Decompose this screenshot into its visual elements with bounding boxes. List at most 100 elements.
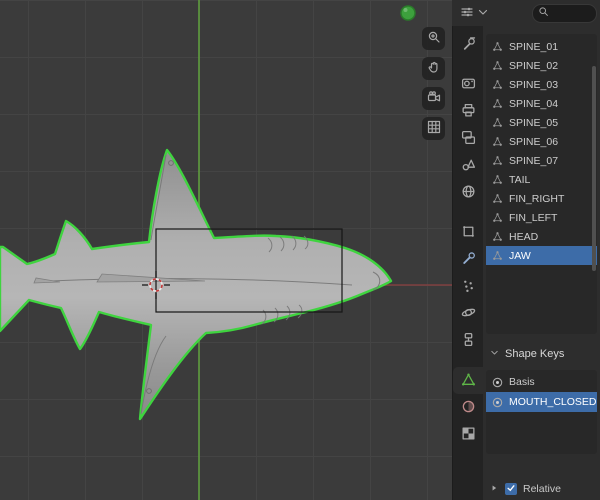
relative-checkbox[interactable]: [505, 483, 517, 495]
vertex-group-name: SPINE_04: [509, 97, 559, 110]
properties-tab-output[interactable]: [453, 98, 484, 125]
properties-tab-constraints[interactable]: [453, 327, 484, 354]
editor-type-dropdown[interactable]: [458, 3, 492, 24]
vertex-groups-scrollbar[interactable]: [592, 66, 596, 271]
object-icon: [461, 224, 476, 242]
vertex-group-name: FIN_LEFT: [509, 211, 558, 224]
vertex-group-icon: [491, 116, 504, 129]
green-sphere-object[interactable]: [400, 5, 416, 21]
properties-tab-object-data[interactable]: [453, 367, 484, 394]
vertex-group-name: SPINE_03: [509, 78, 559, 91]
viewport-tool-button-camera[interactable]: [422, 87, 445, 110]
vertex-group-icon: [491, 173, 504, 186]
chevron-down-icon: [476, 5, 490, 22]
hand-icon: [427, 60, 441, 77]
tool-icon: [461, 36, 476, 54]
grid-icon: [427, 120, 441, 137]
vertex-group-name: FIN_RIGHT: [509, 192, 565, 205]
3d-viewport[interactable]: [0, 0, 452, 500]
properties-tab-object[interactable]: [453, 219, 484, 246]
properties-tab-texture[interactable]: [453, 421, 484, 448]
vertex-group-icon: [491, 249, 504, 262]
properties-tab-tool[interactable]: [453, 31, 484, 58]
physics-icon: [461, 305, 476, 323]
vertex-group-icon: [491, 211, 504, 224]
shape-key-icon: [491, 396, 504, 409]
shape-key-name: MOUTH_CLOSED: [509, 396, 597, 408]
shape-key-name: Basis: [509, 376, 535, 388]
vertex-group-row[interactable]: SPINE_06: [486, 132, 597, 151]
view-layer-icon: [461, 130, 476, 148]
shape-keys-title: Shape Keys: [505, 348, 565, 360]
blender-window: SPINE_01 SPINE_02 SPINE_03 SPINE_04 SPIN…: [0, 0, 600, 500]
properties-tab-material[interactable]: [453, 394, 484, 421]
vertex-group-row[interactable]: HEAD: [486, 227, 597, 246]
properties-tab-scene[interactable]: [453, 152, 484, 179]
zoom-icon: [427, 30, 441, 47]
properties-tab-particles[interactable]: [453, 273, 484, 300]
vertex-group-row[interactable]: SPINE_04: [486, 94, 597, 113]
texture-icon: [461, 426, 476, 444]
material-icon: [461, 399, 476, 417]
vertex-group-icon: [491, 135, 504, 148]
vertex-group-icon: [491, 97, 504, 110]
vertex-group-name: SPINE_01: [509, 40, 559, 53]
vertex-group-row[interactable]: SPINE_05: [486, 113, 597, 132]
properties-header: [452, 0, 600, 27]
vertex-group-icon: [491, 230, 504, 243]
properties-tab-modifiers[interactable]: [453, 246, 484, 273]
vertex-group-row[interactable]: TAIL: [486, 170, 597, 189]
vertex-group-name: TAIL: [509, 173, 531, 186]
vertex-group-name: SPINE_02: [509, 59, 559, 72]
vertex-group-icon: [491, 192, 504, 205]
render-icon: [461, 76, 476, 94]
object-data-icon: [461, 372, 476, 390]
properties-tab-physics[interactable]: [453, 300, 484, 327]
properties-tab-render[interactable]: [453, 71, 484, 98]
world-icon: [461, 184, 476, 202]
vertex-group-row[interactable]: SPINE_03: [486, 75, 597, 94]
vertex-group-icon: [491, 154, 504, 167]
viewport-tool-button-zoom[interactable]: [422, 27, 445, 50]
object-data-panel: SPINE_01 SPINE_02 SPINE_03 SPINE_04 SPIN…: [483, 26, 600, 500]
shape-key-row[interactable]: MOUTH_CLOSED: [486, 392, 597, 412]
camera-icon: [427, 90, 441, 107]
vertex-group-name: SPINE_05: [509, 116, 559, 129]
vertex-group-name: SPINE_07: [509, 154, 559, 167]
particles-icon: [461, 278, 476, 296]
chevron-down-icon: [489, 347, 500, 361]
properties-tab-world[interactable]: [453, 179, 484, 206]
properties-editor-icon: [460, 5, 474, 22]
modifiers-icon: [461, 251, 476, 269]
vertex-group-row[interactable]: SPINE_07: [486, 151, 597, 170]
properties-tab-strip: [452, 26, 484, 500]
vertex-group-row[interactable]: FIN_RIGHT: [486, 189, 597, 208]
vertex-group-row[interactable]: JAW: [486, 246, 597, 265]
shape-keys-list: Basis MOUTH_CLOSED: [486, 370, 597, 454]
vertex-group-icon: [491, 78, 504, 91]
shape-key-row[interactable]: Basis: [486, 372, 597, 392]
vertex-group-name: HEAD: [509, 230, 539, 243]
vertex-group-icon: [491, 40, 504, 53]
vertex-group-icon: [491, 59, 504, 72]
properties-tab-view-layer[interactable]: [453, 125, 484, 152]
shape-keys-panel-header[interactable]: Shape Keys: [483, 342, 600, 366]
vertex-group-name: SPINE_06: [509, 135, 559, 148]
scene-icon: [461, 157, 476, 175]
check-icon: [506, 480, 516, 498]
vertex-group-row[interactable]: SPINE_01: [486, 37, 597, 56]
search-icon: [538, 4, 549, 22]
relative-option-row: Relative: [483, 478, 600, 500]
relative-label: Relative: [523, 483, 561, 495]
vertex-groups-list: SPINE_01 SPINE_02 SPINE_03 SPINE_04 SPIN…: [486, 34, 597, 334]
constraints-icon: [461, 332, 476, 350]
vertex-group-row[interactable]: FIN_LEFT: [486, 208, 597, 227]
viewport-tool-button-grid[interactable]: [422, 117, 445, 140]
search-input[interactable]: [532, 3, 597, 23]
viewport-tool-button-pan[interactable]: [422, 57, 445, 80]
viewport-toolbar: [422, 27, 445, 140]
vertex-group-row[interactable]: SPINE_02: [486, 56, 597, 75]
triangle-right-icon[interactable]: [489, 480, 499, 498]
shark-model[interactable]: [0, 148, 393, 421]
vertex-group-name: JAW: [509, 249, 531, 262]
